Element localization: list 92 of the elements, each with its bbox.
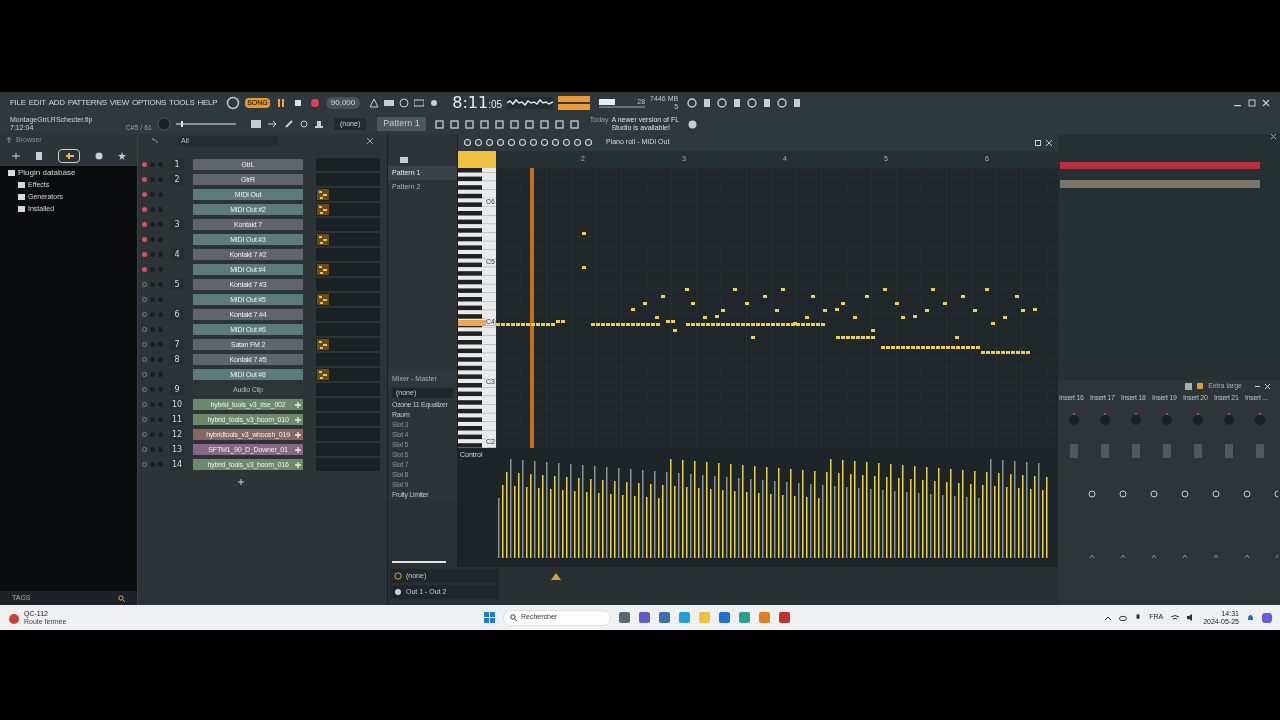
close-icon[interactable] — [367, 138, 373, 144]
star-icon[interactable] — [117, 152, 126, 160]
song-ticks: :05 — [488, 98, 503, 112]
close-icon[interactable] — [1265, 383, 1270, 389]
plus-icon[interactable] — [295, 446, 301, 453]
waveform-meter — [507, 97, 554, 109]
mixer-track-number[interactable]: 4 — [170, 249, 184, 260]
tempo-field[interactable]: 90,000 — [325, 97, 361, 109]
keyboard-icon[interactable] — [414, 98, 425, 108]
mixer-track-number[interactable]: 9 — [170, 384, 184, 395]
globe-icon[interactable] — [688, 119, 698, 129]
knob-icon[interactable] — [157, 117, 171, 131]
record-icon[interactable] — [308, 97, 321, 109]
search-icon[interactable] — [118, 594, 125, 602]
playhead-marker-icon[interactable] — [551, 573, 561, 580]
metronome-icon[interactable] — [369, 98, 380, 108]
search-icon — [510, 614, 517, 621]
menu-item[interactable]: EDIT — [28, 97, 46, 109]
pattern-thumbnail — [317, 294, 329, 305]
copilot-icon[interactable] — [1262, 612, 1272, 623]
mixer-track-number[interactable]: 14 — [170, 459, 184, 470]
pattern-strip[interactable] — [316, 263, 380, 276]
hat-icon[interactable] — [315, 120, 323, 128]
pattern-thumbnail — [317, 189, 329, 200]
arrow-icon[interactable] — [268, 120, 278, 128]
pattern-strip[interactable] — [316, 293, 380, 306]
maximize-icon[interactable] — [1035, 139, 1041, 146]
pattern-strip[interactable] — [316, 203, 380, 216]
cloud-icon[interactable] — [1119, 614, 1128, 621]
plugin-tab[interactable] — [57, 149, 80, 163]
mixer-track-number[interactable]: 10 — [170, 399, 184, 410]
pattern-thumbnail — [317, 264, 329, 275]
mixer-track-number[interactable]: 12 — [170, 429, 184, 440]
mixer-track-number[interactable]: 3 — [170, 219, 184, 230]
menu-item[interactable]: FILE — [10, 97, 26, 109]
close-icon[interactable] — [1262, 99, 1270, 107]
cpu-meter — [599, 99, 616, 105]
pattern-thumbnail — [317, 369, 329, 380]
menu-item[interactable]: VIEW — [109, 97, 130, 109]
pattern-strip[interactable] — [316, 368, 380, 381]
wifi-icon[interactable] — [1171, 614, 1180, 621]
pattern-thumbnail — [317, 204, 329, 215]
volume-meter — [558, 96, 591, 110]
add-channel-icon[interactable] — [237, 479, 244, 485]
mixer-track-number[interactable]: 1 — [170, 159, 184, 170]
pattern-corner — [458, 151, 496, 168]
song-time: 8:11 — [452, 92, 489, 114]
mute-led[interactable] — [142, 222, 147, 227]
mixer-track-number[interactable]: 5 — [170, 279, 184, 290]
traffic-alert-icon — [8, 611, 20, 624]
mixer-track-number[interactable]: 6 — [170, 309, 184, 320]
mute-led[interactable] — [142, 237, 147, 242]
menu-item[interactable]: ADD — [48, 97, 65, 109]
clock-icon[interactable] — [394, 572, 402, 580]
close-icon[interactable] — [1271, 134, 1276, 139]
mute-led[interactable] — [142, 252, 147, 257]
mixer-track-number[interactable]: 13 — [170, 444, 184, 455]
mixer-track-number[interactable]: 8 — [170, 354, 184, 365]
mute-led[interactable] — [142, 177, 147, 182]
pattern-strip[interactable] — [316, 188, 380, 201]
mute-led[interactable] — [142, 192, 147, 197]
plus-icon[interactable] — [295, 416, 301, 423]
mute-led[interactable] — [142, 162, 147, 167]
pattern-thumbnail — [317, 234, 329, 245]
start-icon[interactable] — [484, 612, 495, 623]
plus-icon[interactable] — [295, 461, 301, 468]
piano-keyboard[interactable] — [458, 168, 496, 448]
dial-icon[interactable] — [226, 96, 241, 110]
close-icon[interactable] — [1046, 139, 1052, 146]
file-icon[interactable] — [34, 152, 43, 160]
output-icon[interactable] — [394, 588, 402, 596]
menu-item[interactable]: TOOLS — [169, 97, 195, 109]
pattern-selector[interactable]: Pattern 1 — [377, 117, 426, 131]
mute-led[interactable] — [142, 207, 147, 212]
menu-item[interactable]: OPTIONS — [132, 97, 166, 109]
bell-icon[interactable] — [1247, 613, 1254, 622]
size-swatch-icon[interactable] — [1197, 383, 1204, 389]
menu-item[interactable]: HELP — [197, 97, 218, 109]
mixer-track-number[interactable]: 11 — [170, 414, 184, 425]
pattern-thumbnail — [317, 339, 329, 350]
menu-item[interactable]: PATTERNS — [67, 97, 107, 109]
pattern-strip[interactable] — [316, 233, 380, 246]
maximize-icon[interactable] — [1248, 99, 1256, 107]
mixer-track-number[interactable]: 7 — [170, 339, 184, 350]
pattern-strip[interactable] — [316, 338, 380, 351]
tree-item[interactable]: Plugin database — [18, 167, 76, 179]
mixer-track-number[interactable]: 2 — [170, 174, 184, 185]
disc-icon[interactable] — [94, 152, 103, 160]
plus-icon[interactable] — [295, 431, 301, 438]
plus-icon[interactable] — [295, 401, 301, 408]
chevron-icon[interactable] — [1105, 614, 1112, 621]
mute-led[interactable] — [142, 267, 147, 272]
